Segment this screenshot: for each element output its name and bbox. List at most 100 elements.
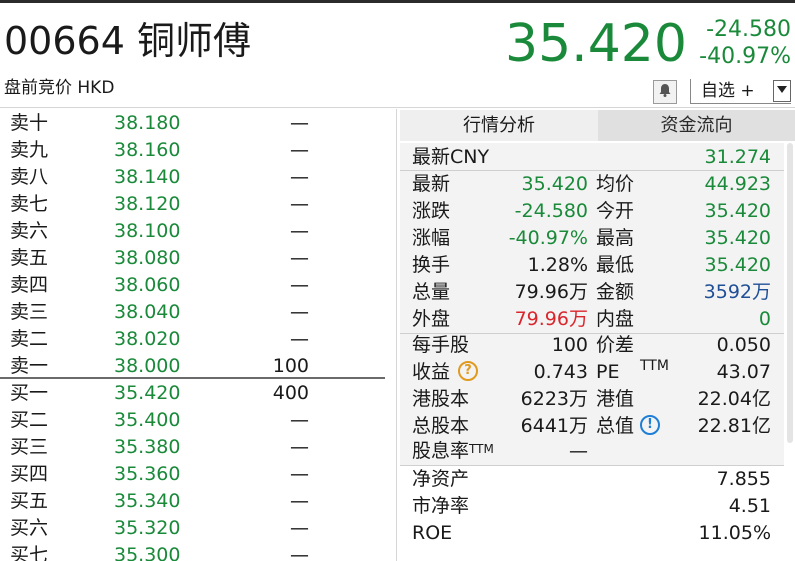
stat-label: 外盘: [412, 308, 451, 330]
stat-row: 最新 35.420 均价 44.923: [400, 171, 784, 198]
stat-label: 均价: [596, 173, 635, 195]
bid-row[interactable]: 买三 35.380 —: [0, 434, 385, 461]
level-volume: —: [290, 139, 309, 161]
level-label: 卖九: [10, 139, 49, 161]
stock-title: 00664 铜师傅: [4, 19, 251, 63]
level-label: 买四: [10, 463, 49, 485]
bid-row[interactable]: 买二 35.400 —: [0, 407, 385, 434]
cny-row: 最新CNY 31.274: [400, 144, 784, 171]
ask-row[interactable]: 卖一 38.000 100: [0, 353, 385, 380]
stat-label: 净资产: [412, 468, 470, 490]
level-price: 38.000: [114, 355, 181, 377]
level-price: 38.020: [114, 328, 181, 350]
level-label: 卖六: [10, 220, 49, 242]
stat-label: PE: [596, 361, 620, 383]
level-price: 35.300: [114, 544, 181, 561]
ask-row[interactable]: 卖九 38.160 —: [0, 137, 385, 164]
price-change-pct: -40.97%: [699, 44, 791, 69]
ask-row[interactable]: 卖七 38.120 —: [0, 191, 385, 218]
caret-down-icon: [777, 85, 787, 97]
lot-row: 每手股 100 价差 0.050: [400, 332, 784, 359]
bid-row[interactable]: 买五 35.340 —: [0, 488, 385, 515]
ask-row[interactable]: 卖四 38.060 —: [0, 272, 385, 299]
ask-row[interactable]: 卖二 38.020 —: [0, 326, 385, 353]
last-price: 35.420: [505, 14, 687, 74]
watchlist-dropdown[interactable]: [773, 80, 791, 102]
stat-label: 总股本: [412, 415, 470, 437]
ask-row[interactable]: 卖六 38.100 —: [0, 218, 385, 245]
stat-value: 35.420: [521, 173, 588, 195]
stat-label: 涨跌: [412, 200, 451, 222]
level-price: 38.060: [114, 274, 181, 296]
level-label: 卖四: [10, 274, 49, 296]
stat-label: ROE: [412, 522, 453, 544]
stat-value: 79.96万: [514, 308, 588, 330]
stat-label-group: PE TTM: [596, 358, 669, 386]
level-price: 35.360: [114, 463, 181, 485]
stat-label: 涨幅: [412, 227, 451, 249]
level-label: 卖二: [10, 328, 49, 350]
level-volume: —: [290, 463, 309, 485]
session-currency-label: 盘前竞价 HKD: [4, 78, 115, 98]
analysis-tabs: 行情分析 资金流向: [400, 110, 795, 141]
stat-label-group: 收益?: [412, 359, 479, 386]
stat-value: 0: [758, 308, 771, 330]
ask-row[interactable]: 卖三 38.040 —: [0, 299, 385, 326]
column-separator: [396, 109, 397, 561]
stat-label-group: 总值!: [596, 413, 661, 440]
tab-market-analysis[interactable]: 行情分析: [400, 110, 598, 141]
alert-bell-button[interactable]: [653, 80, 677, 104]
stat-value: 79.96万: [514, 281, 588, 303]
add-to-watchlist-button[interactable]: 自选 +: [690, 79, 791, 104]
stat-label: 今开: [596, 200, 635, 222]
bid-row[interactable]: 买七 35.300 —: [0, 542, 385, 561]
stat-value: 35.420: [704, 227, 771, 249]
stat-value: 6441万: [520, 415, 588, 437]
level-label: 买一: [10, 382, 49, 404]
ask-row[interactable]: 卖五 38.080 —: [0, 245, 385, 272]
stat-row: 外盘 79.96万 内盘 0: [400, 306, 784, 333]
stat-value: 6223万: [520, 388, 588, 410]
total-shares-row: 总股本 6441万 总值! 22.81亿: [400, 413, 784, 440]
stat-value: 1.28%: [527, 254, 588, 276]
stat-label: 每手股: [412, 334, 470, 356]
stat-label: 港值: [596, 388, 635, 410]
level-label: 买三: [10, 436, 49, 458]
level-price: 38.120: [114, 193, 181, 215]
level-volume: 400: [272, 382, 309, 404]
ask-row[interactable]: 卖十 38.180 —: [0, 110, 385, 137]
level-volume: —: [290, 220, 309, 242]
tab-capital-flow[interactable]: 资金流向: [598, 110, 795, 141]
header-separator: [0, 107, 795, 108]
help-icon[interactable]: ?: [458, 360, 479, 381]
bid-row[interactable]: 买四 35.360 —: [0, 461, 385, 488]
top-border: [0, 0, 795, 3]
stat-label: 价差: [596, 334, 635, 356]
level-price: 35.340: [114, 490, 181, 512]
nav-row: 净资产 7.855: [400, 466, 784, 493]
stat-row: 涨幅 -40.97% 最高 35.420: [400, 225, 784, 252]
level-price: 38.140: [114, 166, 181, 188]
level-volume: —: [290, 436, 309, 458]
level-price: 38.100: [114, 220, 181, 242]
stat-label: 市净率: [412, 495, 470, 517]
stat-label: 总量: [412, 281, 451, 303]
stat-label: 收益: [412, 361, 451, 383]
scrollbar-thumb[interactable]: [787, 143, 793, 443]
pb-row: 市净率 4.51: [400, 493, 784, 520]
stat-value: 7.855: [716, 468, 771, 490]
stat-value: 22.81亿: [697, 415, 771, 437]
level-label: 买七: [10, 544, 49, 561]
stat-label: 换手: [412, 254, 451, 276]
level-label: 卖十: [10, 112, 49, 134]
ttm-superscript: TTM: [469, 442, 494, 456]
ask-row[interactable]: 卖八 38.140 —: [0, 164, 385, 191]
bid-row[interactable]: 买六 35.320 —: [0, 515, 385, 542]
bid-row[interactable]: 买一 35.420 400: [0, 380, 385, 407]
stats-scrollbar[interactable]: [786, 143, 794, 561]
dividend-row: 股息率TTM —: [400, 438, 784, 465]
level-volume: —: [290, 112, 309, 134]
level-volume: —: [290, 328, 309, 350]
info-icon[interactable]: !: [640, 414, 661, 435]
watchlist-label[interactable]: 自选 +: [691, 80, 773, 102]
